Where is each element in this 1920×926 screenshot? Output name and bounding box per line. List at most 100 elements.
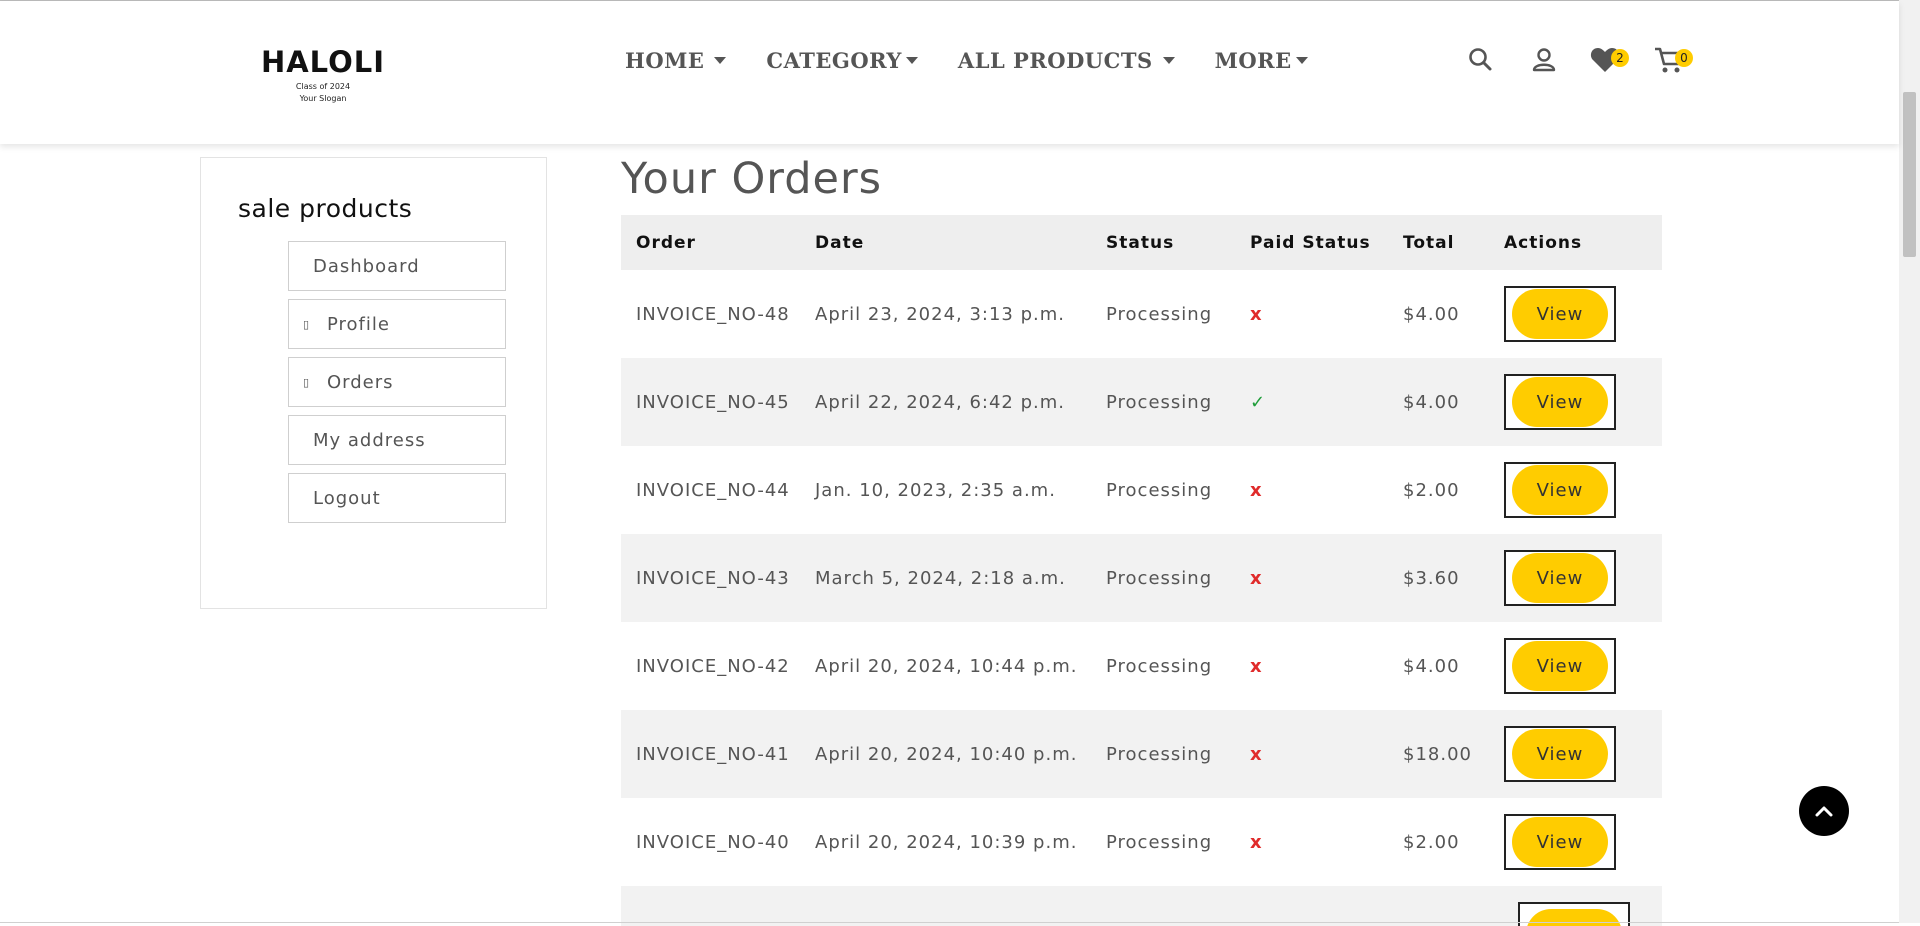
column-header-total: Total (1403, 232, 1455, 253)
nav-home[interactable]: HOME (625, 43, 727, 77)
view-order-button[interactable] (1526, 909, 1622, 926)
brand-line-1: Class of 2024 (295, 82, 351, 91)
page-scrollbar[interactable] (1899, 0, 1920, 923)
column-header-order: Order (636, 232, 696, 253)
table-row: INVOICE_NO-44 Jan. 10, 2023, 2:35 a.m. P… (621, 446, 1662, 534)
nav-home-label: HOME (625, 47, 705, 73)
order-id: INVOICE_NO-44 (636, 479, 790, 501)
order-status: Processing (1106, 567, 1213, 589)
view-button-frame: View (1504, 286, 1616, 342)
unpaid-icon: x (1250, 743, 1263, 765)
order-total: $2.00 (1403, 831, 1460, 853)
order-date: Jan. 10, 2023, 2:35 a.m. (815, 479, 1056, 501)
sidebar-item-label: Logout (313, 487, 381, 509)
nav-more[interactable]: MORE (1215, 43, 1308, 77)
table-row: INVOICE_NO-41 April 20, 2024, 10:40 p.m.… (621, 710, 1662, 798)
order-date: April 20, 2024, 10:39 p.m. (815, 831, 1078, 853)
brand-name: HALOLI (260, 45, 386, 79)
view-order-button[interactable]: View (1512, 817, 1608, 867)
wishlist-button[interactable]: 2 (1588, 43, 1629, 77)
nav-all-products[interactable]: ALL PRODUCTS (958, 43, 1175, 77)
view-order-button[interactable]: View (1512, 553, 1608, 603)
account-sidebar: sale products Dashboard ▯ Profile ▯ Orde… (200, 157, 547, 609)
view-order-button[interactable]: View (1512, 465, 1608, 515)
unpaid-icon: x (1250, 831, 1263, 853)
view-order-button[interactable]: View (1512, 729, 1608, 779)
order-date: April 23, 2024, 3:13 p.m. (815, 303, 1066, 325)
column-header-status: Status (1106, 232, 1175, 253)
nav-category-label: CATEGORY (766, 47, 902, 73)
cart-button[interactable]: 0 (1652, 43, 1693, 77)
view-button-frame: View (1504, 814, 1616, 870)
chevron-down-icon (1295, 56, 1308, 64)
order-total: $2.00 (1403, 479, 1460, 501)
profile-icon: ▯ (303, 317, 311, 331)
main-nav: HOME CATEGORY ALL PRODUCTS MORE (625, 43, 1348, 77)
order-id: INVOICE_NO-42 (636, 655, 790, 677)
orders-table: Order Date Status Paid Status Total Acti… (621, 215, 1662, 926)
sidebar-item-my-address[interactable]: My address (288, 415, 506, 465)
scrollbar-thumb[interactable] (1903, 92, 1916, 257)
order-status: Processing (1106, 479, 1213, 501)
table-header: Order Date Status Paid Status Total Acti… (621, 215, 1662, 270)
table-row: INVOICE_NO-43 March 5, 2024, 2:18 a.m. P… (621, 534, 1662, 622)
view-button-frame: View (1504, 462, 1616, 518)
column-header-paid-status: Paid Status (1250, 232, 1371, 253)
unpaid-icon: x (1250, 655, 1263, 677)
view-button-frame: View (1504, 638, 1616, 694)
view-button-frame: View (1504, 374, 1616, 430)
order-status: Processing (1106, 391, 1213, 413)
nav-more-label: MORE (1214, 47, 1292, 73)
wishlist-count-badge: 2 (1611, 49, 1629, 67)
view-order-button[interactable]: View (1512, 289, 1608, 339)
paid-check-icon: ✓ (1250, 391, 1267, 413)
chevron-down-icon (714, 56, 727, 64)
chevron-down-icon (1162, 56, 1175, 64)
brand-logo[interactable]: HALOLI Class of 2024 Your Slogan (258, 43, 388, 105)
order-date: March 5, 2024, 2:18 a.m. (815, 567, 1066, 589)
order-total: $3.60 (1403, 567, 1460, 589)
table-row: INVOICE_NO-42 April 20, 2024, 10:44 p.m.… (621, 622, 1662, 710)
unpaid-icon: x (1250, 479, 1263, 501)
brand-line-2: Your Slogan (299, 94, 347, 103)
order-status: Processing (1106, 743, 1213, 765)
sidebar-item-dashboard[interactable]: Dashboard (288, 241, 506, 291)
order-date: April 20, 2024, 10:44 p.m. (815, 655, 1078, 677)
search-icon[interactable] (1464, 43, 1498, 77)
order-date: April 20, 2024, 10:40 p.m. (815, 743, 1078, 765)
order-status: Processing (1106, 655, 1213, 677)
nav-category[interactable]: CATEGORY (766, 43, 918, 77)
order-total: $4.00 (1403, 655, 1460, 677)
view-button-frame: View (1504, 726, 1616, 782)
order-status: Processing (1106, 831, 1213, 853)
sidebar-item-label: Orders (327, 371, 394, 393)
order-id: INVOICE_NO-40 (636, 831, 790, 853)
view-order-button[interactable]: View (1512, 377, 1608, 427)
order-id: INVOICE_NO-43 (636, 567, 790, 589)
order-status: Processing (1106, 303, 1213, 325)
sidebar-item-profile[interactable]: ▯ Profile (288, 299, 506, 349)
order-id: INVOICE_NO-48 (636, 303, 790, 325)
order-id: INVOICE_NO-41 (636, 743, 790, 765)
chevron-up-icon (1815, 806, 1833, 817)
unpaid-icon: x (1250, 567, 1263, 589)
sidebar-title: sale products (238, 194, 413, 223)
column-header-actions: Actions (1504, 232, 1583, 253)
column-header-date: Date (815, 232, 865, 253)
view-button-frame: View (1504, 550, 1616, 606)
table-row: INVOICE_NO-40 April 20, 2024, 10:39 p.m.… (621, 798, 1662, 886)
order-id: INVOICE_NO-45 (636, 391, 790, 413)
sidebar-item-logout[interactable]: Logout (288, 473, 506, 523)
sidebar-item-orders[interactable]: ▯ Orders (288, 357, 506, 407)
view-order-button[interactable]: View (1512, 641, 1608, 691)
user-icon[interactable] (1527, 43, 1561, 77)
table-row: INVOICE_NO-48 April 23, 2024, 3:13 p.m. … (621, 270, 1662, 358)
nav-all-products-label: ALL PRODUCTS (957, 47, 1153, 73)
orders-icon: ▯ (303, 375, 311, 389)
chevron-down-icon (905, 56, 918, 64)
sidebar-item-label: Profile (327, 313, 390, 335)
back-to-top-button[interactable] (1799, 786, 1849, 836)
site-header: HALOLI Class of 2024 Your Slogan HOME CA… (0, 1, 1899, 144)
table-row-partial (621, 886, 1662, 926)
order-total: $4.00 (1403, 391, 1460, 413)
